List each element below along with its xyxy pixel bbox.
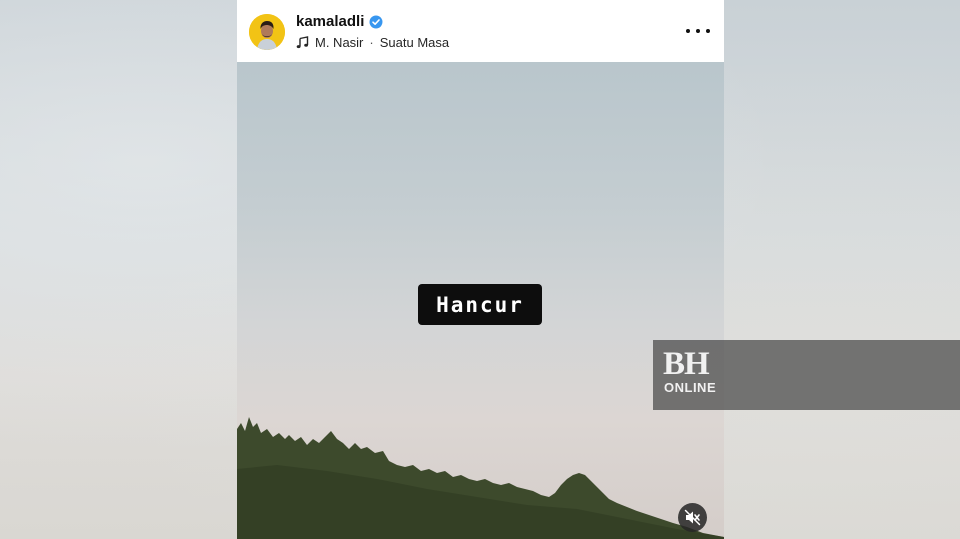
bh-online-watermark: BH ONLINE (653, 340, 960, 410)
speaker-muted-icon (684, 509, 701, 526)
audio-artist: M. Nasir (315, 35, 364, 50)
more-dot (686, 29, 690, 33)
bh-online-logo: BH ONLINE (663, 346, 725, 406)
screen: kamaladli M. Nasir · Suatu Masa Hancur B… (0, 0, 960, 539)
watermark-brand-sub: ONLINE (664, 380, 717, 395)
more-options-button[interactable] (686, 20, 710, 42)
username-row: kamaladli (296, 13, 383, 30)
verified-badge-icon (369, 15, 383, 29)
instagram-post: kamaladli M. Nasir · Suatu Masa Hancur (237, 0, 724, 539)
music-note-icon (296, 36, 309, 49)
more-dot (706, 29, 710, 33)
audio-separator: · (369, 35, 374, 50)
watermark-brand-main: BH (663, 346, 710, 382)
avatar[interactable] (249, 14, 285, 50)
post-header: kamaladli M. Nasir · Suatu Masa (237, 0, 724, 63)
video-player[interactable]: Hancur (237, 62, 724, 539)
more-dot (696, 29, 700, 33)
audio-attribution[interactable]: M. Nasir · Suatu Masa (296, 35, 449, 50)
mute-toggle-button[interactable] (678, 503, 707, 532)
video-caption: Hancur (418, 284, 542, 325)
treeline-silhouette (237, 417, 724, 539)
username[interactable]: kamaladli (296, 13, 364, 30)
audio-track: Suatu Masa (379, 35, 450, 50)
